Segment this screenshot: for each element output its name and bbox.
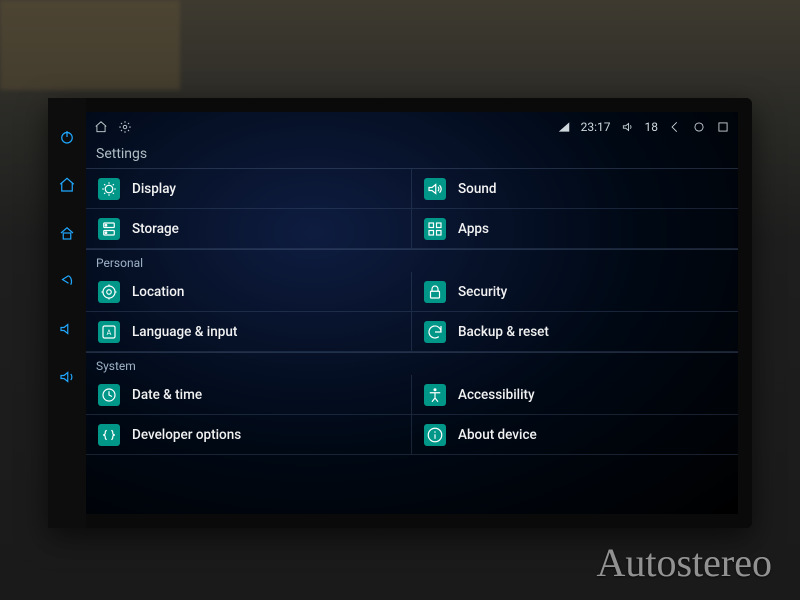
developer-icon: [98, 424, 120, 446]
signal-icon: [557, 120, 571, 134]
sound-icon: [424, 178, 446, 200]
section-header-personal: Personal: [86, 249, 738, 272]
status-time: 23:17: [581, 120, 611, 134]
accessibility-icon: [424, 384, 446, 406]
settings-item-backup[interactable]: Backup & reset: [412, 312, 738, 352]
head-unit-device: 23:17 18 Settings Display Storage: [48, 98, 752, 528]
nav-recent-icon[interactable]: [716, 120, 730, 134]
clock-icon: [98, 384, 120, 406]
volume-icon[interactable]: [621, 120, 635, 134]
settings-item-apps[interactable]: Apps: [412, 209, 738, 249]
settings-item-label: Developer options: [132, 427, 241, 443]
settings-item-label: Sound: [458, 181, 496, 197]
settings-item-label: Backup & reset: [458, 324, 549, 340]
back-hw-icon[interactable]: [58, 272, 76, 290]
section-header-system: System: [86, 352, 738, 375]
section-device: Display Storage Sound Apps: [86, 169, 738, 249]
settings-item-label: Accessibility: [458, 387, 535, 403]
status-bar: 23:17 18: [86, 112, 738, 142]
section-system: Date & time Developer options Accessibil…: [86, 375, 738, 455]
settings-item-label: Storage: [132, 221, 179, 237]
settings-item-label: Location: [132, 284, 184, 300]
language-icon: A: [98, 321, 120, 343]
settings-item-label: Display: [132, 181, 176, 197]
home-hw-icon[interactable]: [58, 176, 76, 194]
display-icon: [98, 178, 120, 200]
settings-item-label: Date & time: [132, 387, 202, 403]
settings-item-label: Apps: [458, 221, 489, 237]
info-icon: [424, 424, 446, 446]
page-title: Settings: [86, 142, 738, 169]
android-screen: 23:17 18 Settings Display Storage: [86, 112, 738, 514]
power-icon[interactable]: [58, 128, 76, 146]
vol-up-hw-icon[interactable]: [58, 368, 76, 386]
settings-item-accessibility[interactable]: Accessibility: [412, 375, 738, 415]
settings-item-about[interactable]: About device: [412, 415, 738, 455]
settings-item-sound[interactable]: Sound: [412, 169, 738, 209]
vol-down-hw-icon[interactable]: [58, 320, 76, 338]
settings-item-label: Language & input: [132, 324, 237, 340]
gear-icon[interactable]: [118, 120, 132, 134]
apps-icon: [424, 218, 446, 240]
status-volume: 18: [645, 120, 659, 134]
storage-icon: [98, 218, 120, 240]
hardware-button-strip: [48, 98, 86, 528]
home-icon[interactable]: [94, 120, 108, 134]
settings-item-language[interactable]: A Language & input: [86, 312, 412, 352]
settings-item-storage[interactable]: Storage: [86, 209, 412, 249]
settings-item-developer[interactable]: Developer options: [86, 415, 412, 455]
nav-home-icon[interactable]: [692, 120, 706, 134]
section-personal: Location A Language & input Security Bac…: [86, 272, 738, 352]
location-icon: [98, 281, 120, 303]
settings-item-datetime[interactable]: Date & time: [86, 375, 412, 415]
settings-item-security[interactable]: Security: [412, 272, 738, 312]
nav-back-icon[interactable]: [668, 120, 682, 134]
settings-item-label: About device: [458, 427, 537, 443]
settings-item-display[interactable]: Display: [86, 169, 412, 209]
security-icon: [424, 281, 446, 303]
settings-item-label: Security: [458, 284, 507, 300]
settings-item-location[interactable]: Location: [86, 272, 412, 312]
backup-icon: [424, 321, 446, 343]
svg-text:A: A: [107, 328, 112, 337]
home2-hw-icon[interactable]: [58, 224, 76, 242]
